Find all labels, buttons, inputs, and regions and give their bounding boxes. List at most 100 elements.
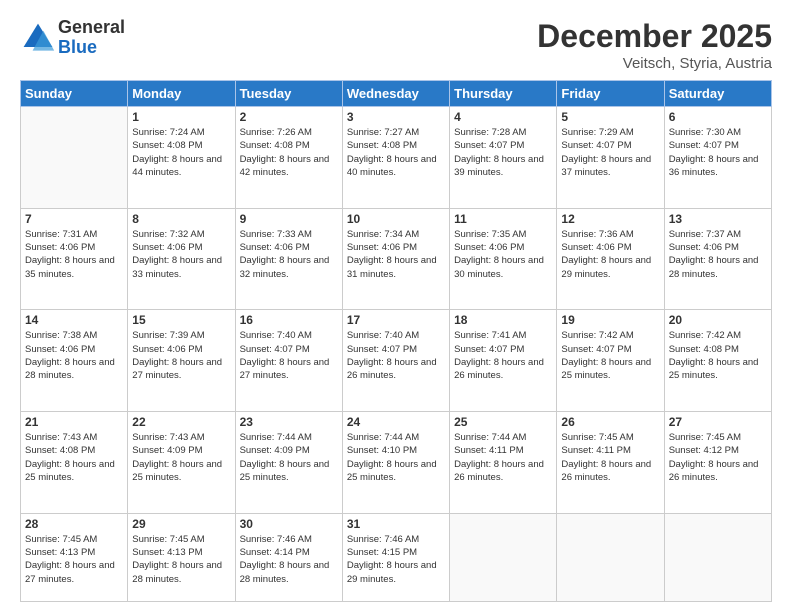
header-saturday: Saturday bbox=[664, 81, 771, 107]
header: General Blue December 2025 Veitsch, Styr… bbox=[20, 18, 772, 72]
day-info: Sunrise: 7:24 AM Sunset: 4:08 PM Dayligh… bbox=[132, 126, 230, 179]
day-number: 30 bbox=[240, 517, 338, 531]
logo-icon bbox=[20, 20, 56, 56]
table-row: 26 Sunrise: 7:45 AM Sunset: 4:11 PM Dayl… bbox=[557, 412, 664, 514]
day-number: 11 bbox=[454, 212, 552, 226]
table-row: 21 Sunrise: 7:43 AM Sunset: 4:08 PM Dayl… bbox=[21, 412, 128, 514]
table-row: 3 Sunrise: 7:27 AM Sunset: 4:08 PM Dayli… bbox=[342, 107, 449, 209]
table-row: 16 Sunrise: 7:40 AM Sunset: 4:07 PM Dayl… bbox=[235, 310, 342, 412]
table-row: 2 Sunrise: 7:26 AM Sunset: 4:08 PM Dayli… bbox=[235, 107, 342, 209]
table-row: 20 Sunrise: 7:42 AM Sunset: 4:08 PM Dayl… bbox=[664, 310, 771, 412]
table-row bbox=[450, 513, 557, 601]
day-number: 16 bbox=[240, 313, 338, 327]
table-row: 28 Sunrise: 7:45 AM Sunset: 4:13 PM Dayl… bbox=[21, 513, 128, 601]
table-row: 12 Sunrise: 7:36 AM Sunset: 4:06 PM Dayl… bbox=[557, 208, 664, 310]
day-info: Sunrise: 7:30 AM Sunset: 4:07 PM Dayligh… bbox=[669, 126, 767, 179]
day-info: Sunrise: 7:42 AM Sunset: 4:07 PM Dayligh… bbox=[561, 329, 659, 382]
table-row: 27 Sunrise: 7:45 AM Sunset: 4:12 PM Dayl… bbox=[664, 412, 771, 514]
day-number: 22 bbox=[132, 415, 230, 429]
day-number: 9 bbox=[240, 212, 338, 226]
table-row: 11 Sunrise: 7:35 AM Sunset: 4:06 PM Dayl… bbox=[450, 208, 557, 310]
day-info: Sunrise: 7:43 AM Sunset: 4:09 PM Dayligh… bbox=[132, 431, 230, 484]
weekday-header-row: Sunday Monday Tuesday Wednesday Thursday… bbox=[21, 81, 772, 107]
table-row: 18 Sunrise: 7:41 AM Sunset: 4:07 PM Dayl… bbox=[450, 310, 557, 412]
day-info: Sunrise: 7:37 AM Sunset: 4:06 PM Dayligh… bbox=[669, 228, 767, 281]
header-tuesday: Tuesday bbox=[235, 81, 342, 107]
calendar-row: 1 Sunrise: 7:24 AM Sunset: 4:08 PM Dayli… bbox=[21, 107, 772, 209]
day-info: Sunrise: 7:38 AM Sunset: 4:06 PM Dayligh… bbox=[25, 329, 123, 382]
day-info: Sunrise: 7:35 AM Sunset: 4:06 PM Dayligh… bbox=[454, 228, 552, 281]
month-title: December 2025 bbox=[537, 18, 772, 55]
day-info: Sunrise: 7:40 AM Sunset: 4:07 PM Dayligh… bbox=[347, 329, 445, 382]
header-thursday: Thursday bbox=[450, 81, 557, 107]
table-row: 24 Sunrise: 7:44 AM Sunset: 4:10 PM Dayl… bbox=[342, 412, 449, 514]
table-row: 23 Sunrise: 7:44 AM Sunset: 4:09 PM Dayl… bbox=[235, 412, 342, 514]
table-row: 15 Sunrise: 7:39 AM Sunset: 4:06 PM Dayl… bbox=[128, 310, 235, 412]
header-friday: Friday bbox=[557, 81, 664, 107]
day-info: Sunrise: 7:45 AM Sunset: 4:13 PM Dayligh… bbox=[25, 533, 123, 586]
table-row: 19 Sunrise: 7:42 AM Sunset: 4:07 PM Dayl… bbox=[557, 310, 664, 412]
day-number: 17 bbox=[347, 313, 445, 327]
table-row: 25 Sunrise: 7:44 AM Sunset: 4:11 PM Dayl… bbox=[450, 412, 557, 514]
table-row: 22 Sunrise: 7:43 AM Sunset: 4:09 PM Dayl… bbox=[128, 412, 235, 514]
day-number: 14 bbox=[25, 313, 123, 327]
calendar-row: 7 Sunrise: 7:31 AM Sunset: 4:06 PM Dayli… bbox=[21, 208, 772, 310]
table-row: 1 Sunrise: 7:24 AM Sunset: 4:08 PM Dayli… bbox=[128, 107, 235, 209]
day-info: Sunrise: 7:33 AM Sunset: 4:06 PM Dayligh… bbox=[240, 228, 338, 281]
day-info: Sunrise: 7:28 AM Sunset: 4:07 PM Dayligh… bbox=[454, 126, 552, 179]
day-number: 4 bbox=[454, 110, 552, 124]
table-row: 29 Sunrise: 7:45 AM Sunset: 4:13 PM Dayl… bbox=[128, 513, 235, 601]
table-row: 10 Sunrise: 7:34 AM Sunset: 4:06 PM Dayl… bbox=[342, 208, 449, 310]
table-row: 31 Sunrise: 7:46 AM Sunset: 4:15 PM Dayl… bbox=[342, 513, 449, 601]
header-wednesday: Wednesday bbox=[342, 81, 449, 107]
day-number: 10 bbox=[347, 212, 445, 226]
day-info: Sunrise: 7:27 AM Sunset: 4:08 PM Dayligh… bbox=[347, 126, 445, 179]
table-row: 4 Sunrise: 7:28 AM Sunset: 4:07 PM Dayli… bbox=[450, 107, 557, 209]
day-info: Sunrise: 7:42 AM Sunset: 4:08 PM Dayligh… bbox=[669, 329, 767, 382]
calendar: Sunday Monday Tuesday Wednesday Thursday… bbox=[20, 80, 772, 602]
location: Veitsch, Styria, Austria bbox=[537, 55, 772, 72]
day-info: Sunrise: 7:46 AM Sunset: 4:14 PM Dayligh… bbox=[240, 533, 338, 586]
table-row: 30 Sunrise: 7:46 AM Sunset: 4:14 PM Dayl… bbox=[235, 513, 342, 601]
day-number: 12 bbox=[561, 212, 659, 226]
calendar-row: 28 Sunrise: 7:45 AM Sunset: 4:13 PM Dayl… bbox=[21, 513, 772, 601]
table-row: 7 Sunrise: 7:31 AM Sunset: 4:06 PM Dayli… bbox=[21, 208, 128, 310]
day-number: 31 bbox=[347, 517, 445, 531]
day-info: Sunrise: 7:40 AM Sunset: 4:07 PM Dayligh… bbox=[240, 329, 338, 382]
table-row: 14 Sunrise: 7:38 AM Sunset: 4:06 PM Dayl… bbox=[21, 310, 128, 412]
day-number: 28 bbox=[25, 517, 123, 531]
day-info: Sunrise: 7:44 AM Sunset: 4:10 PM Dayligh… bbox=[347, 431, 445, 484]
calendar-row: 21 Sunrise: 7:43 AM Sunset: 4:08 PM Dayl… bbox=[21, 412, 772, 514]
day-info: Sunrise: 7:45 AM Sunset: 4:12 PM Dayligh… bbox=[669, 431, 767, 484]
table-row bbox=[664, 513, 771, 601]
day-info: Sunrise: 7:43 AM Sunset: 4:08 PM Dayligh… bbox=[25, 431, 123, 484]
day-number: 29 bbox=[132, 517, 230, 531]
day-info: Sunrise: 7:34 AM Sunset: 4:06 PM Dayligh… bbox=[347, 228, 445, 281]
day-number: 23 bbox=[240, 415, 338, 429]
day-info: Sunrise: 7:36 AM Sunset: 4:06 PM Dayligh… bbox=[561, 228, 659, 281]
table-row: 17 Sunrise: 7:40 AM Sunset: 4:07 PM Dayl… bbox=[342, 310, 449, 412]
day-number: 5 bbox=[561, 110, 659, 124]
day-info: Sunrise: 7:32 AM Sunset: 4:06 PM Dayligh… bbox=[132, 228, 230, 281]
title-block: December 2025 Veitsch, Styria, Austria bbox=[537, 18, 772, 72]
day-number: 21 bbox=[25, 415, 123, 429]
day-info: Sunrise: 7:41 AM Sunset: 4:07 PM Dayligh… bbox=[454, 329, 552, 382]
calendar-row: 14 Sunrise: 7:38 AM Sunset: 4:06 PM Dayl… bbox=[21, 310, 772, 412]
day-number: 24 bbox=[347, 415, 445, 429]
day-number: 2 bbox=[240, 110, 338, 124]
day-info: Sunrise: 7:31 AM Sunset: 4:06 PM Dayligh… bbox=[25, 228, 123, 281]
day-info: Sunrise: 7:29 AM Sunset: 4:07 PM Dayligh… bbox=[561, 126, 659, 179]
table-row: 6 Sunrise: 7:30 AM Sunset: 4:07 PM Dayli… bbox=[664, 107, 771, 209]
day-info: Sunrise: 7:44 AM Sunset: 4:09 PM Dayligh… bbox=[240, 431, 338, 484]
day-number: 20 bbox=[669, 313, 767, 327]
day-number: 1 bbox=[132, 110, 230, 124]
table-row: 13 Sunrise: 7:37 AM Sunset: 4:06 PM Dayl… bbox=[664, 208, 771, 310]
header-sunday: Sunday bbox=[21, 81, 128, 107]
logo: General Blue bbox=[20, 18, 125, 58]
day-info: Sunrise: 7:45 AM Sunset: 4:11 PM Dayligh… bbox=[561, 431, 659, 484]
day-info: Sunrise: 7:44 AM Sunset: 4:11 PM Dayligh… bbox=[454, 431, 552, 484]
day-number: 15 bbox=[132, 313, 230, 327]
day-number: 13 bbox=[669, 212, 767, 226]
day-number: 7 bbox=[25, 212, 123, 226]
table-row bbox=[557, 513, 664, 601]
